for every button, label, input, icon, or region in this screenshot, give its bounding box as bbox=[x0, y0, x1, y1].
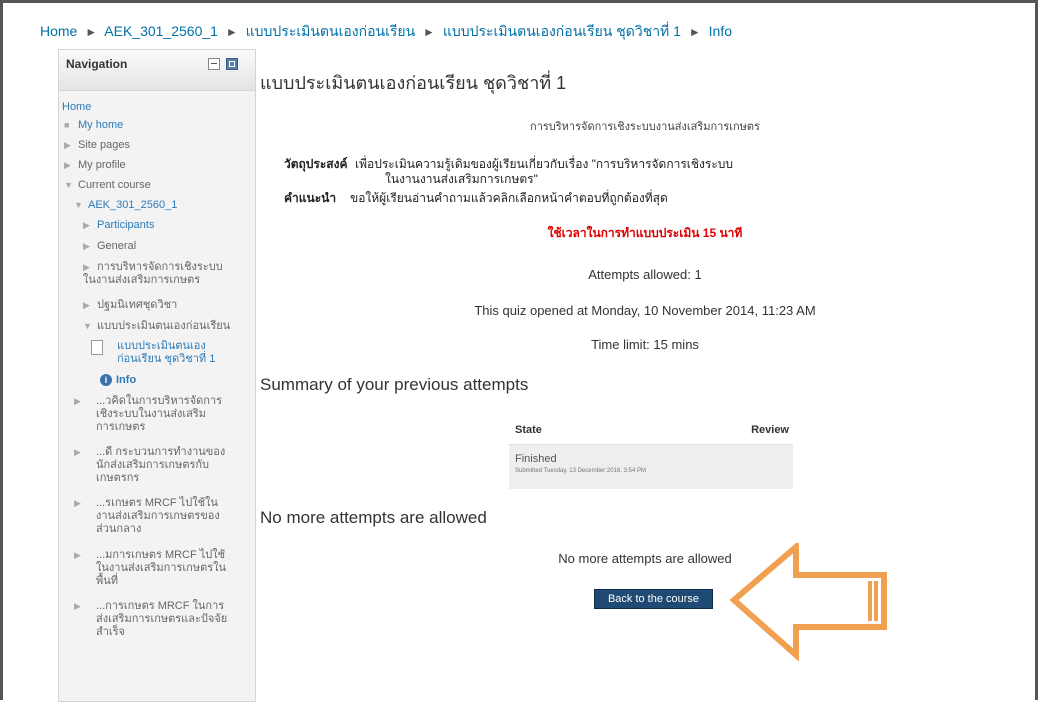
column-header-state: State bbox=[515, 424, 542, 436]
quiz-subject: การบริหารจัดการเชิงระบบงานส่งเสริมการเกษ… bbox=[530, 121, 760, 133]
breadcrumb-separator: ► bbox=[85, 25, 98, 39]
time-limit: Time limit: 15 mins bbox=[591, 337, 699, 352]
nav-item-current-course[interactable]: ▼ Current course bbox=[64, 179, 151, 192]
attempts-summary-table: State Review Finished Submitted Tuesday,… bbox=[509, 418, 793, 489]
no-more-heading: No more attempts are allowed bbox=[260, 508, 487, 527]
triangle-right-icon: ▶ bbox=[74, 396, 81, 406]
triangle-down-icon: ▼ bbox=[74, 200, 83, 210]
attempts-allowed: Attempts allowed: 1 bbox=[588, 267, 702, 282]
objective-label: วัตถุประสงค์ bbox=[284, 157, 348, 171]
breadcrumb-current[interactable]: Info bbox=[709, 23, 732, 39]
triangle-down-icon: ▼ bbox=[83, 321, 92, 331]
quiz-icon bbox=[91, 340, 103, 355]
table-header: State Review bbox=[509, 418, 793, 442]
nav-item-info[interactable]: i Info bbox=[100, 374, 136, 387]
attempt-submitted: Submitted Tuesday, 13 December 2016, 3:5… bbox=[515, 468, 646, 474]
triangle-right-icon: ▶ bbox=[83, 300, 90, 310]
nav-item-my-home[interactable]: ■ My home bbox=[64, 119, 123, 132]
triangle-right-icon: ▶ bbox=[74, 498, 81, 508]
nav-item-section-2[interactable]: ▶ ...วคิดในการบริหารจัดการเชิงระบบในงานส่… bbox=[74, 395, 234, 435]
triangle-right-icon: ▶ bbox=[74, 447, 81, 457]
nav-item-section-6[interactable]: ▶ ...การเกษตร MRCF ในการส่งเสริมการเกษตรแ… bbox=[74, 600, 234, 640]
nav-item-pretest-section[interactable]: ▼ แบบประเมินตนเองก่อนเรียน bbox=[83, 320, 230, 333]
nav-item-participants[interactable]: ▶ Participants bbox=[83, 219, 154, 232]
collapse-block-icon[interactable] bbox=[208, 58, 220, 70]
column-header-review: Review bbox=[751, 424, 789, 436]
nav-item-site-pages[interactable]: ▶ Site pages bbox=[64, 139, 130, 152]
window-frame-left bbox=[0, 0, 3, 700]
page-title: แบบประเมินตนเองก่อนเรียน ชุดวิชาที่ 1 bbox=[260, 73, 567, 93]
square-bullet-icon: ■ bbox=[64, 120, 70, 130]
instruction-text: ขอให้ผู้เรียนอ่านคำถามแล้วคลิกเลือกหน้าค… bbox=[350, 191, 668, 205]
breadcrumb-separator: ► bbox=[423, 25, 435, 39]
navigation-title: Navigation bbox=[66, 57, 128, 71]
nav-item-section-3[interactable]: ▶ ...ดี กระบวนการทำงานของนักส่งเสริมการเก… bbox=[74, 446, 234, 486]
quiz-opened: This quiz opened at Monday, 10 November … bbox=[474, 303, 816, 318]
arrow-left-annotation bbox=[730, 543, 887, 662]
breadcrumb-section[interactable]: แบบประเมินตนเองก่อนเรียน bbox=[246, 23, 416, 39]
dock-block-icon[interactable] bbox=[226, 58, 238, 70]
time-note: ใช้เวลาในการทำแบบประเมิน 15 นาที bbox=[547, 226, 743, 240]
info-icon: i bbox=[100, 374, 112, 386]
back-to-course-button[interactable]: Back to the course bbox=[594, 589, 713, 609]
triangle-right-icon: ▶ bbox=[64, 160, 71, 170]
triangle-right-icon: ▶ bbox=[74, 550, 81, 560]
breadcrumb-separator: ► bbox=[688, 25, 701, 39]
breadcrumb-separator: ► bbox=[225, 25, 238, 39]
arrow-outline bbox=[730, 543, 887, 662]
no-more-text: No more attempts are allowed bbox=[558, 551, 732, 566]
nav-item-section-5[interactable]: ▶ ...มการเกษตร MRCF ไปใช้ในงานส่งเสริมการ… bbox=[74, 549, 234, 589]
breadcrumb-home[interactable]: Home bbox=[40, 23, 77, 39]
triangle-right-icon: ▶ bbox=[83, 241, 90, 251]
navigation-header: Navigation bbox=[59, 50, 255, 91]
breadcrumb: Home ► AEK_301_2560_1 ► แบบประเมินตนเองก… bbox=[40, 21, 732, 43]
nav-item-home[interactable]: Home bbox=[62, 101, 91, 114]
nav-item-section-4[interactable]: ▶ ...รเกษตร MRCF ไปใช้ในงานส่งเสริมการเกษ… bbox=[74, 497, 234, 537]
nav-item-course[interactable]: ▼ AEK_301_2560_1 bbox=[74, 199, 177, 212]
breadcrumb-course[interactable]: AEK_301_2560_1 bbox=[104, 23, 218, 39]
nav-item-my-profile[interactable]: ▶ My profile bbox=[64, 159, 126, 172]
summary-heading: Summary of your previous attempts bbox=[260, 375, 529, 394]
triangle-right-icon: ▶ bbox=[64, 140, 71, 150]
nav-item-orientation[interactable]: ▶ ปฐมนิเทศชุดวิชา bbox=[83, 299, 177, 312]
nav-item-general[interactable]: ▶ General bbox=[83, 240, 136, 253]
navigation-block: Navigation Home ■ My home ▶ Site pages ▶ My… bbox=[58, 49, 256, 702]
attempt-state: Finished bbox=[515, 453, 557, 465]
window-frame-top bbox=[0, 0, 1038, 3]
table-row: Finished Submitted Tuesday, 13 December … bbox=[509, 444, 793, 489]
nav-item-section-1[interactable]: ▶ การบริหารจัดการเชิงระบบในงานส่งเสริมการ… bbox=[83, 261, 233, 287]
triangle-right-icon: ▶ bbox=[74, 601, 81, 611]
triangle-right-icon: ▶ bbox=[83, 220, 90, 230]
triangle-down-icon: ▼ bbox=[64, 180, 73, 190]
objective-text-line-2: ในงานงานส่งเสริมการเกษตร" bbox=[385, 172, 538, 186]
nav-item-pretest-quiz[interactable]: แบบประเมินตนเองก่อนเรียน ชุดวิชาที่ 1 bbox=[91, 340, 226, 366]
instruction-label: คำแนะนำ bbox=[284, 191, 337, 205]
breadcrumb-quiz[interactable]: แบบประเมินตนเองก่อนเรียน ชุดวิชาที่ 1 bbox=[443, 23, 681, 39]
triangle-right-icon: ▶ bbox=[83, 262, 90, 272]
